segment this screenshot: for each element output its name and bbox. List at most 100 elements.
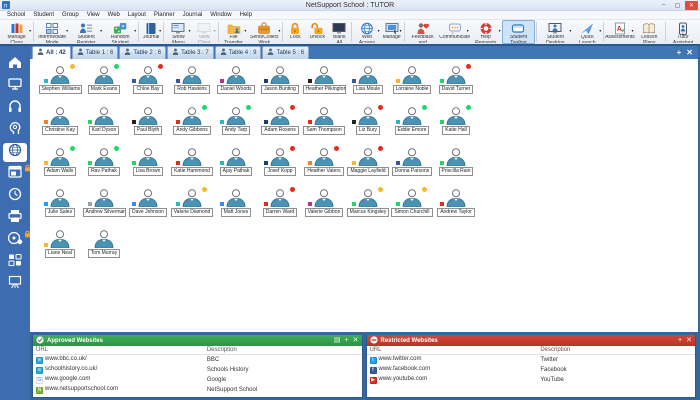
toolbar-communicate-button[interactable]: ▾ Communicate (439, 20, 470, 44)
table-row[interactable]: t www.twitter.com Twitter (367, 355, 696, 365)
sidebar-item-audio-mode[interactable] (3, 99, 27, 118)
student-andy-gibbons[interactable]: Andy Gibbons (170, 104, 214, 147)
student-matt-jones[interactable]: Matt Jones (214, 188, 258, 229)
toolbar-send-collect-work-button[interactable]: ▾ Send/Collect Work (247, 20, 281, 44)
student-andy-tarp[interactable]: Andy Tarp (214, 104, 258, 147)
toolbar-help-requests-button[interactable]: ▾ Help Requests (470, 20, 502, 44)
student-lorraine-noble[interactable]: Lorraine Noble (390, 65, 434, 106)
student-liane-neal[interactable]: Liane Neal (38, 229, 82, 270)
menu-student[interactable]: Student (29, 12, 58, 18)
toolbar-manage-button[interactable]: ▾ Manage (381, 20, 403, 44)
student-lisa-moule[interactable]: Lisa Moule (346, 65, 390, 106)
restricted-close-button[interactable]: ✕ (686, 337, 692, 344)
menu-planner[interactable]: Planner (150, 12, 179, 18)
tab-table-2-6[interactable]: Table 2 : 6 (119, 46, 167, 59)
toolbar-journal-button[interactable]: ▾ Journal (140, 20, 162, 44)
student-sam-thompson[interactable]: Sam Thompson (302, 106, 346, 147)
table-row[interactable]: f www.facebook.com Facebook (367, 365, 696, 375)
restricted-add-button[interactable]: + (678, 337, 682, 344)
tab-table-5-6[interactable]: Table 5 : 6 (262, 46, 310, 59)
student-dave-johnson[interactable]: Dave Johnson (126, 188, 170, 229)
sidebar-item-application-control[interactable] (3, 164, 30, 184)
student-heather-pilkington[interactable]: Heather Pilkington (302, 65, 346, 106)
student-ajay-pathak[interactable]: Ajay Pathak (214, 147, 258, 188)
menu-layout[interactable]: Layout (124, 12, 150, 18)
student-josef-kopp[interactable]: Josef Kopp (258, 145, 302, 188)
table-row[interactable]: Nwww.netsupportschool.com NetSupport Scho… (33, 385, 362, 395)
menu-window[interactable]: Window (206, 12, 235, 18)
toolbar-manage-class-button[interactable]: ▾ Manage Class (1, 20, 32, 44)
student-priscilla-rain[interactable]: Priscilla Rain (434, 147, 478, 188)
toolbar-random-student-button[interactable]: ▾ Random Student (103, 20, 137, 44)
student-stephen-williams[interactable]: Stephen Williams (38, 63, 82, 106)
sidebar-item-qa-mode[interactable] (3, 253, 27, 272)
approved-close-button[interactable]: ✕ (353, 337, 359, 344)
student-christine-kay[interactable]: Christine Kay (38, 106, 82, 147)
toolbar-view-client-button[interactable]: ▾ View Client (192, 20, 217, 44)
student-jason-bunting[interactable]: Jason Bunting (258, 65, 302, 106)
student-rav-pathak[interactable]: Rav Pathak (82, 145, 126, 188)
student-katie-hall[interactable]: Katie Hall (434, 104, 478, 147)
student-valerie-diamond[interactable]: Valerie Diamond (170, 186, 214, 229)
approved-add-button[interactable]: + (345, 337, 349, 344)
student-eddie-emore[interactable]: Eddie Emore (390, 104, 434, 147)
student-adam-walls[interactable]: Adam Walls (38, 145, 82, 188)
student-darren-ward[interactable]: Darren Ward (258, 186, 302, 229)
toolbar-intermediate-mode-button[interactable]: ▾ Intermediate Mode (35, 20, 69, 44)
menu-help[interactable]: Help (236, 12, 256, 18)
tab-table-3-7[interactable]: Table 3 : 7 (167, 46, 214, 59)
student-adam-rosens[interactable]: Adam Rosens (258, 104, 302, 147)
tab-table-4-9[interactable]: Table 4 : 9 (214, 46, 262, 59)
menu-web[interactable]: Web (104, 12, 124, 18)
student-lisa-brown[interactable]: Lisa Brown (126, 147, 170, 188)
student-tom-murray[interactable]: Tom Murray (82, 229, 126, 270)
table-row[interactable]: Gwww.google.com Google (33, 375, 362, 385)
toolbar-show-menu-button[interactable]: ▾ Show Menu (165, 20, 191, 44)
sidebar-item-monitor-mode[interactable] (3, 77, 27, 96)
student-daniel-woods[interactable]: Daniel Woods (214, 65, 258, 106)
menu-school[interactable]: School (3, 12, 29, 18)
student-andrew-silverman[interactable]: Andrew Silverman (82, 188, 126, 229)
student-valerie-gibbon[interactable]: Valerie Gibbon (302, 188, 346, 229)
toolbar-web-access-button[interactable]: ▾ Web Access (353, 20, 380, 44)
table-row[interactable]: e schoolhistory.co.uk/Schools History (33, 365, 362, 375)
toolbar-assessments-button[interactable]: A ▾ Assessments (605, 20, 635, 44)
toolbar-tutor-assistant-button[interactable]: Tutor Assistant (667, 20, 699, 44)
student-andrew-taylor[interactable]: Andrew Taylor (434, 188, 478, 229)
minimize-button[interactable]: – (657, 1, 670, 10)
toolbar-student-register-button[interactable]: ▾ Student Register (69, 20, 103, 44)
sidebar-item-home[interactable] (3, 55, 27, 74)
table-row[interactable]: ▶ www.youtube.com YouTube (367, 375, 696, 385)
student-maggie-layfield[interactable]: Maggie Layfield (346, 145, 390, 188)
menu-group[interactable]: Group (58, 12, 83, 18)
toolbar-quick-launch-button[interactable]: ▾ Quick Launch (572, 20, 602, 44)
close-button[interactable]: ✕ (685, 0, 698, 10)
approved-export-icon[interactable]: ▤ (334, 337, 341, 344)
sidebar-item-time-mode[interactable] (3, 187, 27, 206)
student-simon-churchill[interactable]: Simon Churchill (390, 186, 434, 229)
student-karl-dyson[interactable]: Karl Dyson (82, 106, 126, 147)
tab-all-42[interactable]: All : 42 (32, 46, 71, 59)
toolbar-lock-button[interactable]: Lock (284, 20, 306, 44)
student-heather-vaters[interactable]: Heather Vaters (302, 145, 346, 188)
table-row[interactable]: e www.bbc.co.uk/BBC (33, 355, 362, 365)
toolbar-student-toolbar-button[interactable]: Student Toolbar (501, 20, 536, 44)
student-katie-hammond[interactable]: Katie Hammond (170, 147, 214, 188)
tab-add-button[interactable]: + (677, 49, 682, 57)
student-julie-sales[interactable]: Julie Sales (38, 188, 82, 229)
sidebar-item-device-control[interactable] (3, 230, 30, 250)
menu-view[interactable]: View (83, 12, 104, 18)
sidebar-item-wellbeing-mode[interactable] (3, 121, 27, 140)
student-rob-hawkins[interactable]: Rob Hawkins (170, 65, 214, 106)
student-donna-parsons[interactable]: Donna Parsons (390, 147, 434, 188)
toolbar-blank-all-button[interactable]: Blank All (328, 20, 350, 44)
student-mark-evans[interactable]: Mark Evans (82, 63, 126, 106)
sidebar-item-web-control[interactable] (3, 143, 27, 162)
toolbar-unlock-button[interactable]: Unlock (306, 20, 328, 44)
sidebar-item-print-management[interactable] (3, 209, 27, 228)
student-chloe-bay[interactable]: Chloe Bay (126, 63, 170, 106)
menu-journal[interactable]: Journal (179, 12, 207, 18)
tab-table-1-6[interactable]: Table 1 : 6 (71, 46, 119, 59)
student-marcus-kingsley[interactable]: Marcus Kingsley (346, 186, 390, 229)
toolbar-student-desktop-button[interactable]: ▾ Student Desktop (538, 20, 572, 44)
